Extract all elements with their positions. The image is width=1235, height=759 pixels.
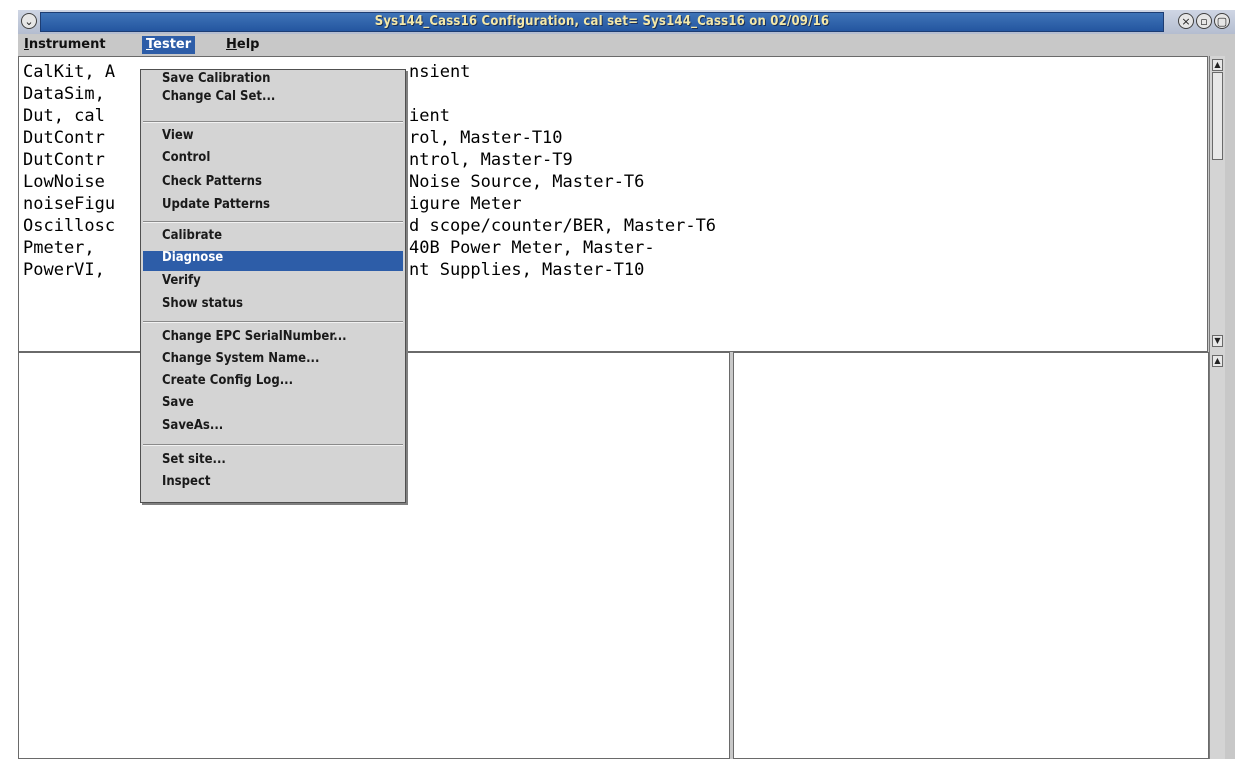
minimize-icon[interactable]: ▫ [1196,13,1212,29]
menu-item-view[interactable]: View [143,129,403,149]
menu-help-mnemonic: H [226,37,237,52]
list-item-detail[interactable]: d scope/counter/BER, Master-T6 [409,215,716,237]
menu-item-change-epc-serialnumber[interactable]: Change EPC SerialNumber... [143,330,403,350]
menu-separator [143,444,403,446]
menu-item-create-config-log[interactable]: Create Config Log... [143,374,403,394]
list-item[interactable]: Oscillosc [23,215,115,237]
menu-item-verify[interactable]: Verify [143,274,403,294]
menu-item-change-cal-set[interactable]: Change Cal Set... [143,90,403,110]
list-item-detail[interactable]: 40B Power Meter, Master- [409,237,655,259]
scroll-down-icon[interactable]: ▼ [1212,335,1223,347]
menu-bar: Instrument Tester Help [18,34,1235,56]
tester-menu: Save Calibration Change Cal Set... View … [140,69,406,503]
window-title: Sys144_Cass16 Configuration, cal set= Sy… [374,14,830,29]
detail-scrollbar[interactable]: ▲ [1209,352,1225,759]
list-item-detail[interactable]: nt Supplies, Master-T10 [409,259,644,281]
menu-item-show-status[interactable]: Show status [143,297,403,317]
menu-item-set-site[interactable]: Set site... [143,453,403,473]
list-item[interactable]: noiseFigu [23,193,115,215]
menu-separator [143,121,403,123]
list-item-detail[interactable]: nsient [409,61,470,83]
list-item[interactable]: Pmeter, [23,237,95,259]
list-item-detail[interactable]: rol, Master-T10 [409,127,563,149]
menu-tester-label: ester [153,37,192,52]
close-icon[interactable]: × [1178,13,1194,29]
menu-item-control[interactable]: Control [143,151,403,171]
maximize-icon[interactable]: ▢ [1214,13,1230,29]
list-scrollbar[interactable]: ▲ ▼ [1209,56,1225,352]
menu-item-check-patterns[interactable]: Check Patterns [143,175,403,195]
menu-help-label: elp [236,37,260,52]
menu-instrument[interactable]: Instrument [20,36,110,54]
scroll-up-icon[interactable]: ▲ [1212,59,1223,71]
menu-item-calibrate[interactable]: Calibrate [143,229,403,249]
list-item[interactable]: DutContr [23,149,105,171]
menu-item-inspect[interactable]: Inspect [143,475,403,495]
menu-item-update-patterns[interactable]: Update Patterns [143,198,403,218]
list-item-detail[interactable]: ntrol, Master-T9 [409,149,573,171]
title-bar-track: Sys144_Cass16 Configuration, cal set= Sy… [40,12,1164,32]
list-item[interactable]: CalKit, A [23,61,115,83]
menu-item-save[interactable]: Save [143,396,403,416]
menu-separator [143,321,403,323]
menu-separator [143,221,403,223]
menu-tester[interactable]: Tester [142,36,196,54]
menu-instrument-label: nstrument [28,37,106,52]
scroll-thumb[interactable] [1212,72,1223,160]
list-item[interactable]: DataSim, [23,83,105,105]
list-item[interactable]: PowerVI, [23,259,105,281]
list-item-detail[interactable]: ient [409,105,450,127]
menu-help[interactable]: Help [222,36,263,54]
window-menu-icon[interactable]: ⌄ [21,13,37,29]
list-item[interactable]: LowNoise [23,171,105,193]
title-bar[interactable]: ⌄ Sys144_Cass16 Configuration, cal set= … [18,10,1235,35]
menu-item-change-system-name[interactable]: Change System Name... [143,352,403,372]
detail-pane-right[interactable] [733,352,1209,759]
list-item-detail[interactable]: igure Meter [409,193,522,215]
list-item[interactable]: DutContr [23,127,105,149]
menu-item-saveas[interactable]: SaveAs... [143,419,403,439]
list-item-detail[interactable]: Noise Source, Master-T6 [409,171,644,193]
list-item[interactable]: Dut, cal [23,105,105,127]
scroll-up-icon[interactable]: ▲ [1212,355,1223,367]
menu-item-diagnose[interactable]: Diagnose [143,251,403,271]
